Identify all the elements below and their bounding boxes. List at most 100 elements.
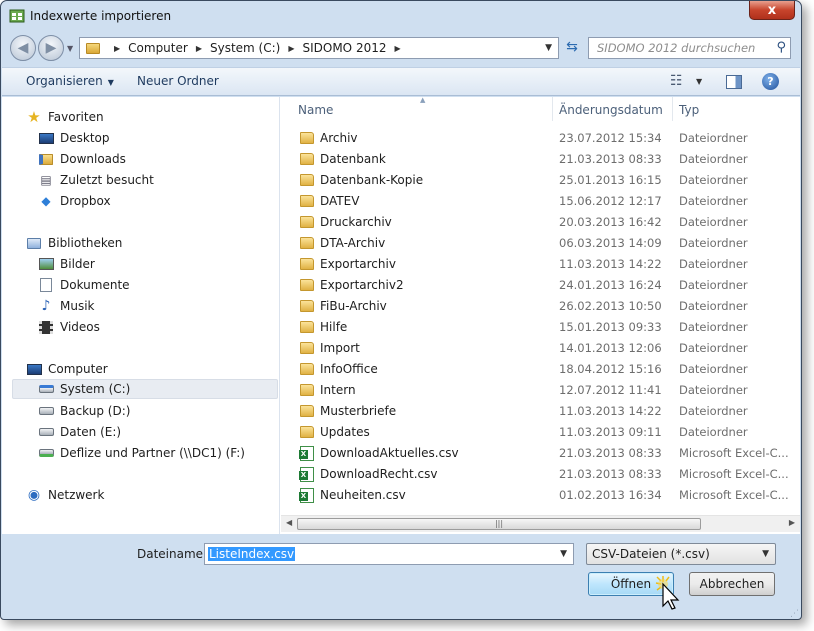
sidebar-item-documents[interactable]: Dokumente (38, 275, 130, 295)
breadcrumb-chevron-icon[interactable]: ▶ (394, 44, 400, 53)
view-options-icon[interactable]: ☷ (670, 73, 683, 89)
file-name-cell[interactable]: FiBu-Archiv (299, 298, 387, 314)
sidebar-item-network-drive-f[interactable]: Deflize und Partner (\\DC1) (F:) (38, 443, 245, 463)
sidebar-item-backup-d[interactable]: Backup (D:) (38, 401, 130, 421)
file-row[interactable]: DATEV 15.06.2012 12:17 Dateiordner (281, 190, 801, 211)
file-row[interactable]: Archiv 23.07.2012 15:34 Dateiordner (281, 127, 801, 148)
breadcrumb-chevron-icon[interactable]: ▶ (114, 44, 120, 53)
file-row[interactable]: FiBu-Archiv 26.02.2013 10:50 Dateiordner (281, 295, 801, 316)
back-button[interactable]: ◀ (10, 35, 36, 61)
column-divider[interactable] (552, 97, 553, 121)
file-name-cell[interactable]: Datenbank-Kopie (299, 172, 423, 188)
file-name-cell[interactable]: InfoOffice (299, 361, 378, 377)
file-type-select[interactable]: CSV-Dateien (*.csv) ▼ (586, 543, 776, 565)
sidebar-item-downloads[interactable]: Downloads (38, 149, 126, 169)
breadcrumb-computer[interactable]: Computer (128, 41, 188, 55)
organize-button[interactable]: Organisieren ▼ (26, 74, 114, 88)
search-placeholder: SIDOMO 2012 durchsuchen (597, 41, 756, 55)
file-name-cell[interactable]: DownloadRecht.csv (299, 466, 438, 482)
new-folder-button[interactable]: Neuer Ordner (137, 74, 219, 88)
file-row[interactable]: Intern 12.07.2012 11:41 Dateiordner (281, 379, 801, 400)
file-list[interactable]: ▲ Name Änderungsdatum Typ Archiv 23.07.20… (281, 96, 801, 534)
column-header-type[interactable]: Typ (679, 97, 699, 121)
file-name: DownloadAktuelles.csv (320, 446, 459, 460)
scrollbar-thumb[interactable]: ||| (297, 518, 701, 530)
file-row[interactable]: DTA-Archiv 06.03.2013 14:09 Dateiordner (281, 232, 801, 253)
file-date: 11.03.2013 14:22 (559, 404, 662, 418)
breadcrumb-system-c[interactable]: System (C:) (210, 41, 280, 55)
file-name-cell[interactable]: Exportarchiv (299, 256, 396, 272)
filename-field[interactable]: ListeIndex.csv ▼ (204, 543, 574, 565)
file-name-cell[interactable]: Exportarchiv2 (299, 277, 404, 293)
cancel-button[interactable]: Abbrechen (689, 572, 775, 596)
file-name-cell[interactable]: Datenbank (299, 151, 386, 167)
file-row[interactable]: DownloadAktuelles.csv 21.03.2013 08:33 Mic… (281, 442, 801, 463)
file-row[interactable]: Exportarchiv 11.03.2013 14:22 Dateiordner (281, 253, 801, 274)
breadcrumb-sidomo[interactable]: SIDOMO 2012 (302, 41, 386, 55)
file-name-cell[interactable]: Druckarchiv (299, 214, 392, 230)
file-name-cell[interactable]: Hilfe (299, 319, 347, 335)
forward-button[interactable]: ▶ (38, 35, 64, 61)
file-row[interactable]: Updates 11.03.2013 09:11 Dateiordner (281, 421, 801, 442)
sidebar-item-label: Dokumente (60, 278, 130, 292)
sidebar-item-label: System (C:) (60, 382, 131, 396)
sidebar-header-favorites[interactable]: ★ Favoriten (26, 107, 103, 127)
file-row[interactable]: Datenbank 21.03.2013 08:33 Dateiordner (281, 148, 801, 169)
sidebar-item-pictures[interactable]: Bilder (38, 254, 95, 274)
sidebar-item-videos[interactable]: Videos (38, 317, 100, 337)
navigation-pane[interactable]: ★ Favoriten Desktop Downloads ▤ Zuletzt … (2, 97, 280, 534)
file-name-cell[interactable]: Musterbriefe (299, 403, 396, 419)
breadcrumb-chevron-icon[interactable]: ▶ (196, 44, 202, 53)
file-name-cell[interactable]: Intern (299, 382, 356, 398)
sidebar-item-dropbox[interactable]: ◆ Dropbox (38, 191, 110, 211)
sidebar-item-label: Deflize und Partner (\\DC1) (F:) (60, 446, 245, 460)
sidebar-item-daten-e[interactable]: Daten (E:) (38, 422, 121, 442)
preview-pane-icon[interactable] (726, 75, 742, 89)
excel-csv-icon (299, 445, 315, 461)
sidebar-item-music[interactable]: ♪ Musik (38, 296, 95, 316)
horizontal-scrollbar[interactable]: ◀ ||| ▶ (281, 515, 800, 532)
sidebar-item-recent[interactable]: ▤ Zuletzt besucht (38, 170, 154, 190)
file-row[interactable]: DownloadRecht.csv 21.03.2013 08:33 Microso… (281, 463, 801, 484)
sidebar-header-libraries[interactable]: Bibliotheken (26, 233, 122, 253)
search-icon[interactable]: ⚲ (776, 40, 786, 55)
file-name-cell[interactable]: DATEV (299, 193, 359, 209)
file-name-cell[interactable]: Neuheiten.csv (299, 487, 406, 503)
file-name-cell[interactable]: DTA-Archiv (299, 235, 385, 251)
file-row[interactable]: Exportarchiv2 24.01.2013 16:24 Dateiordner (281, 274, 801, 295)
file-name-cell[interactable]: Updates (299, 424, 370, 440)
file-date: 15.01.2013 09:33 (559, 320, 662, 334)
filename-dropdown-icon[interactable]: ▼ (560, 549, 567, 559)
sidebar-item-desktop[interactable]: Desktop (38, 128, 110, 148)
view-dropdown-icon[interactable]: ▼ (696, 77, 702, 86)
breadcrumb-chevron-icon[interactable]: ▶ (288, 44, 294, 53)
column-header-name[interactable]: Name (298, 97, 333, 121)
search-input[interactable]: SIDOMO 2012 durchsuchen ⚲ (588, 37, 791, 59)
file-name-cell[interactable]: Import (299, 340, 360, 356)
column-header-date[interactable]: Änderungsdatum (559, 97, 663, 121)
scroll-left-icon[interactable]: ◀ (286, 518, 292, 527)
refresh-button[interactable]: ⇆ (561, 39, 583, 59)
sidebar-item-system-c[interactable]: System (C:) (12, 379, 278, 399)
address-bar[interactable]: ▶ Computer ▶ System (C:) ▶ SIDOMO 2012 ▶… (79, 37, 559, 59)
file-row[interactable]: Druckarchiv 20.03.2013 16:42 Dateiordner (281, 211, 801, 232)
sidebar-header-network[interactable]: ◉ Netzwerk (26, 485, 105, 505)
resize-grip-icon[interactable]: ⋰ (790, 609, 799, 619)
sidebar-header-label: Bibliotheken (48, 236, 123, 250)
file-name-cell[interactable]: DownloadAktuelles.csv (299, 445, 459, 461)
sidebar-header-computer[interactable]: Computer (26, 359, 108, 379)
file-row[interactable]: Hilfe 15.01.2013 09:33 Dateiordner (281, 316, 801, 337)
file-row[interactable]: Datenbank-Kopie 25.01.2013 16:15 Dateiordn… (281, 169, 801, 190)
address-dropdown-icon[interactable]: ▼ (545, 43, 552, 53)
file-row[interactable]: InfoOffice 18.04.2012 15:16 Dateiordner (281, 358, 801, 379)
filename-value[interactable]: ListeIndex.csv (208, 547, 296, 561)
scroll-right-icon[interactable]: ▶ (789, 518, 795, 527)
column-divider[interactable] (672, 97, 673, 121)
help-icon[interactable]: ? (762, 73, 779, 90)
recent-locations-dropdown-icon[interactable]: ▼ (67, 44, 73, 53)
file-name-cell[interactable]: Archiv (299, 130, 358, 146)
file-row[interactable]: Musterbriefe 11.03.2013 14:22 Dateiordner (281, 400, 801, 421)
file-row[interactable]: Neuheiten.csv 01.02.2013 16:34 Microsoft E… (281, 484, 801, 505)
file-row[interactable]: Import 14.01.2013 12:06 Dateiordner (281, 337, 801, 358)
close-button[interactable]: x (749, 1, 795, 20)
